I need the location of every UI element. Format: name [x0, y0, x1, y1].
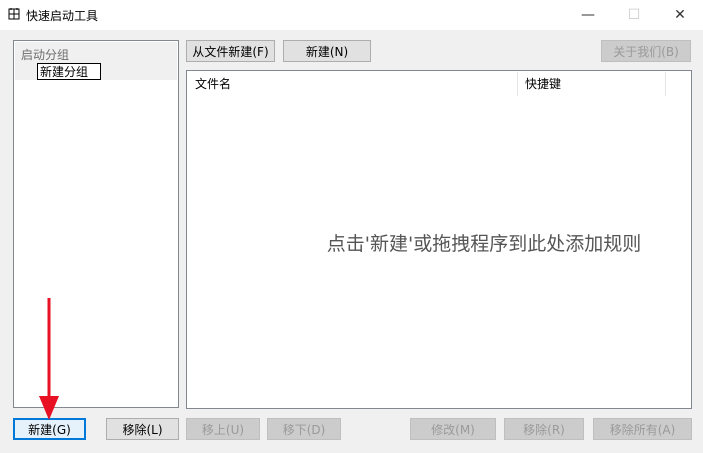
remove-group-button[interactable]: 移除(L) — [106, 418, 179, 440]
group-header-label: 启动分组 — [21, 48, 70, 62]
title-bar: 快速启动工具 — ☐ ✕ — [0, 0, 703, 30]
column-separator — [665, 72, 666, 96]
group-name-input[interactable] — [37, 63, 101, 80]
new-from-file-button[interactable]: 从文件新建(F) — [186, 40, 275, 62]
column-header-hotkey[interactable]: 快捷键 — [517, 72, 665, 97]
empty-hint: 点击'新建'或拖拽程序到此处添加规则 — [326, 233, 642, 255]
close-button[interactable]: ✕ — [657, 0, 703, 30]
window-title: 快速启动工具 — [26, 9, 99, 23]
about-button[interactable]: 关于我们(B) — [601, 40, 691, 62]
annotation-arrow-icon — [39, 298, 59, 420]
app-icon — [8, 8, 20, 20]
group-item[interactable]: 启动分组 — [15, 42, 177, 80]
remove-rule-button[interactable]: 移除(R) — [504, 418, 584, 440]
column-header-filename[interactable]: 文件名 — [187, 72, 517, 97]
minimize-button[interactable]: — — [565, 0, 611, 30]
remove-all-button[interactable]: 移除所有(A) — [593, 418, 692, 440]
rules-list[interactable]: 文件名 快捷键 点击'新建'或拖拽程序到此处添加规则 — [186, 70, 692, 409]
new-rule-button[interactable]: 新建(N) — [283, 40, 371, 62]
maximize-icon: ☐ — [627, 7, 641, 23]
close-icon: ✕ — [674, 7, 686, 23]
minimize-icon: — — [581, 7, 595, 23]
modify-button[interactable]: 修改(M) — [410, 418, 496, 440]
move-down-button[interactable]: 移下(D) — [267, 418, 341, 440]
maximize-button[interactable]: ☐ — [611, 0, 657, 30]
move-up-button[interactable]: 移上(U) — [186, 418, 260, 440]
